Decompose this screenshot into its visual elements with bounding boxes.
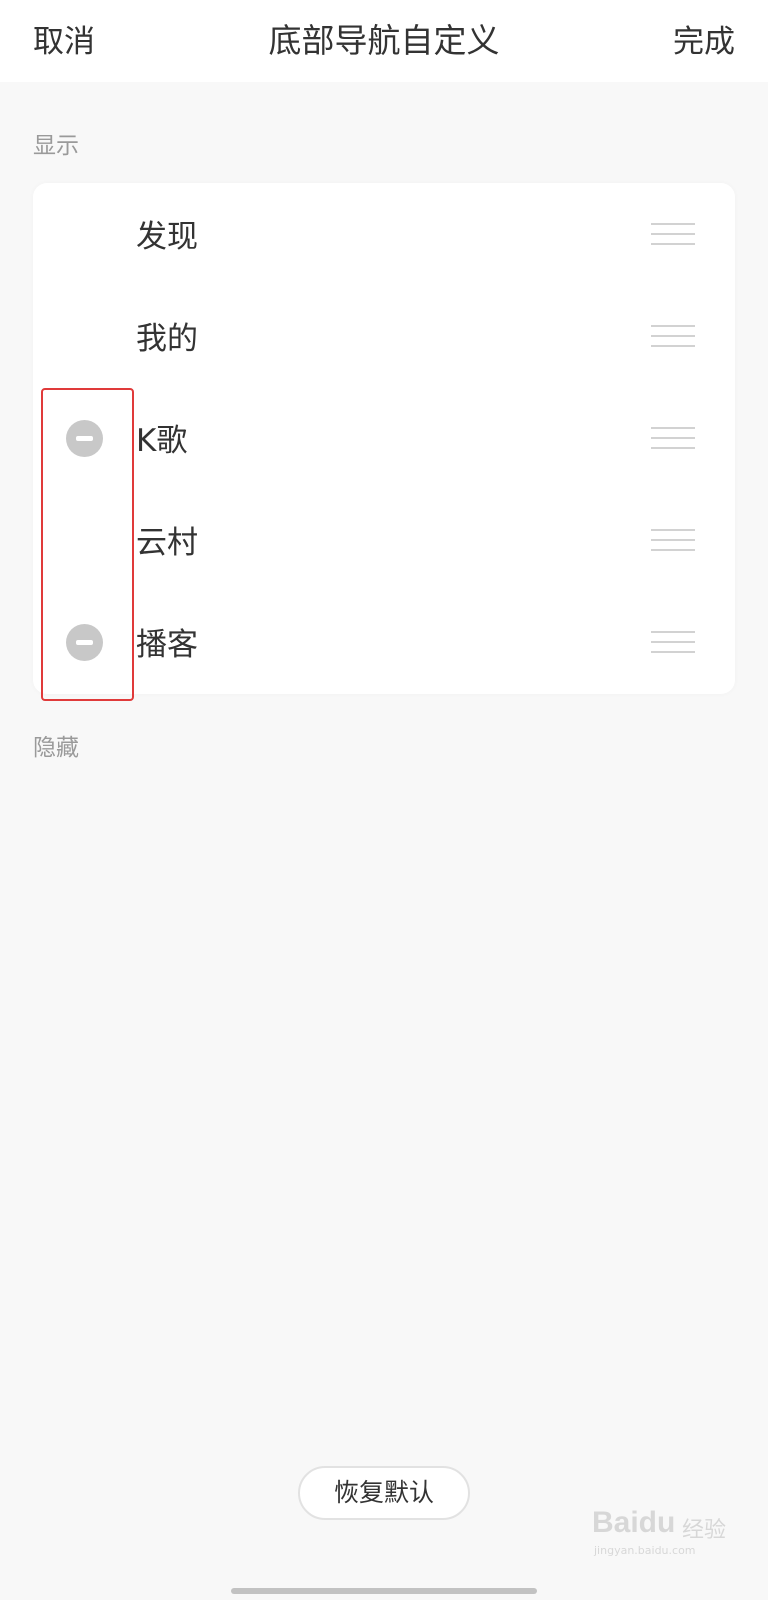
minus-circle-icon[interactable] [66, 420, 103, 457]
section-label-hidden: 隐藏 [33, 735, 79, 761]
watermark-brand-sub: 经验 [682, 1518, 727, 1543]
drag-handle-icon[interactable] [651, 323, 695, 351]
list-item-label: K歌 [136, 423, 188, 459]
list-item-boke: 播客 [33, 591, 735, 693]
list-item-label: 云村 [136, 525, 198, 561]
page-title: 底部导航自定义 [268, 21, 500, 60]
list-item-yuncun: 云村 [33, 489, 735, 591]
list-item-wode: 我的 [33, 285, 735, 387]
list-item-label: 播客 [136, 627, 198, 663]
drag-handle-icon[interactable] [651, 221, 695, 249]
top-bar: 取消 底部导航自定义 完成 [0, 0, 768, 82]
watermark-logo: Baidu 经验 jingyan.baidu.com [592, 1500, 742, 1560]
shown-items-list: 发现 我的 K歌 云村 播客 [33, 183, 735, 694]
list-item-label: 发现 [136, 219, 198, 255]
list-item-faxian: 发现 [33, 183, 735, 285]
watermark-domain: jingyan.baidu.com [594, 1544, 696, 1557]
watermark-brand: Baidu [592, 1506, 676, 1539]
home-indicator[interactable] [231, 1588, 537, 1594]
drag-handle-icon[interactable] [651, 425, 695, 453]
done-button[interactable]: 完成 [673, 16, 735, 61]
section-label-shown: 显示 [33, 133, 79, 159]
restore-default-button[interactable]: 恢复默认 [298, 1466, 470, 1520]
list-item-kge: K歌 [33, 387, 735, 489]
drag-handle-icon[interactable] [651, 629, 695, 657]
minus-circle-icon[interactable] [66, 624, 103, 661]
drag-handle-icon[interactable] [651, 527, 695, 555]
list-item-label: 我的 [136, 321, 198, 357]
